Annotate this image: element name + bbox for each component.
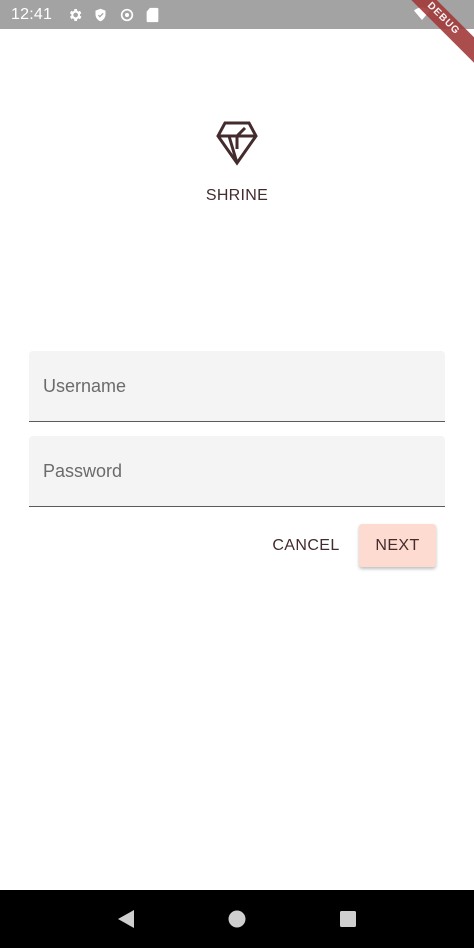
shield-icon: [92, 6, 109, 23]
screen: 12:41 DEBUG SHRINE Username CANCEL NEXT: [0, 0, 474, 948]
data-saver-icon: [118, 6, 135, 23]
username-input[interactable]: [29, 351, 445, 421]
system-nav-bar: [0, 890, 474, 948]
password-input[interactable]: [29, 436, 445, 506]
settings-icon: [66, 6, 83, 23]
password-field[interactable]: [29, 436, 445, 507]
recents-icon[interactable]: [336, 907, 360, 931]
diamond-logo-icon: [216, 120, 258, 171]
username-field[interactable]: [29, 351, 445, 422]
sd-card-icon: [144, 6, 161, 23]
status-bar: 12:41: [0, 0, 474, 29]
status-time: 12:41: [11, 5, 53, 23]
app-name: SHRINE: [205, 187, 269, 204]
back-icon[interactable]: [114, 907, 138, 931]
brand-header: SHRINE: [0, 120, 474, 205]
next-button[interactable]: NEXT: [359, 524, 436, 567]
status-icons: [66, 6, 161, 23]
cancel-button[interactable]: CANCEL: [264, 524, 348, 567]
home-icon[interactable]: [225, 907, 249, 931]
